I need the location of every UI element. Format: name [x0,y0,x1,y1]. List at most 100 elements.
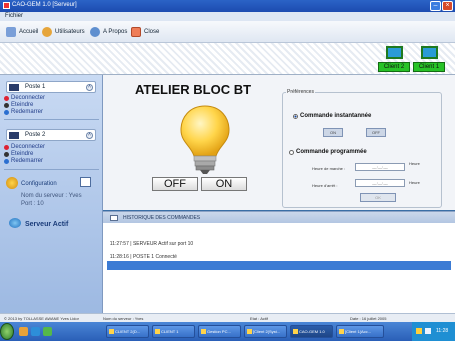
browser-icon[interactable] [31,327,40,336]
on-button[interactable]: ON [201,177,247,191]
app-icon [201,329,206,334]
pref-off-button[interactable]: OFF [366,128,386,137]
server-name-text: Nom du serveur : Yves [21,193,82,199]
client-2-tile[interactable]: Client 2 [378,45,410,73]
history-row-selected[interactable]: 11:28:36 | POSTE 2 Connecté [107,261,451,277]
start-time-label: Heure de marche : [312,166,346,171]
status-server: Nom du serveur : Yves [103,316,144,321]
taskbar: CLIENT 2(D... CLIENT 1 Gestion PC... [Cl… [0,322,455,341]
client-1-tile[interactable]: Client 1 [413,45,445,73]
history-time: 11:28:36 [109,271,129,277]
chevron-up-icon[interactable]: ˄ [86,132,93,139]
configuration-title[interactable]: Configuration [21,181,57,187]
pref-on-button[interactable]: ON [323,128,343,137]
poste-2-deconnecter[interactable]: Deconnecter [4,144,45,150]
task-cao-gem[interactable]: CAO-GEM 1.0 [290,325,333,338]
info-icon [90,27,100,37]
task-gestion-pc[interactable]: Gestion PC... [198,325,241,338]
restart-icon [4,158,9,164]
disconnect-icon [4,95,9,101]
poste-2-title: Poste 2 [25,132,46,138]
minimize-button[interactable]: – [430,1,441,11]
stop-hour-unit: Heure [409,180,420,185]
client-1-label: Client 1 [413,62,445,72]
start-hour-unit: Heure [409,161,420,166]
task-client-2[interactable]: CLIENT 2(D... [106,325,149,338]
media-icon[interactable] [43,327,52,336]
gear-icon [6,177,18,189]
instant-command-label: Commande instantannée [300,113,372,119]
history-time: 11:28:16 [109,254,129,260]
menu-fichier[interactable]: Fichier [5,13,23,19]
app-icon [155,329,160,334]
task-label: CLIENT 1 [161,329,179,334]
app-icon [3,2,10,9]
close-button[interactable]: Close [131,26,159,38]
config-window-icon[interactable] [80,177,91,187]
scheduled-command-label: Commande programmée [296,149,367,155]
chevron-up-icon[interactable]: ˄ [86,84,93,91]
close-icon [131,27,141,37]
history-title: HISTORIQUE DES COMMANDES [123,215,201,221]
poste-2-redemarrer[interactable]: Redemarrer [4,158,43,164]
close-window-button[interactable]: × [442,1,453,11]
history-row[interactable]: 11:28:16 | POSTE 1 Connecté [107,244,451,260]
poste-2-redemarrer-label: Redemarrer [11,158,44,164]
network-icon[interactable] [416,328,422,334]
status-copyright: © 2013 by TOLLASSE AWANE Yves Lidor [4,316,79,321]
poste-2-eteindre[interactable]: Eteindre [4,151,33,157]
task-client-1[interactable]: CLIENT 1 [152,325,195,338]
window-title: CAO-GEM 1.0 [Serveur] [12,2,77,8]
history-row[interactable]: 11:27:57 | SERVEUR Actif sur port 10 [107,231,451,247]
stop-time-label: Heure d'arrêt : [312,183,338,188]
app-icon [339,329,344,334]
utilisateurs-button[interactable]: Utilisateurs [42,26,85,38]
task-label: Gestion PC... [207,329,231,334]
power-icon [4,102,9,108]
radio-empty-icon [289,149,294,155]
apropos-button[interactable]: A Propos [90,26,127,38]
poste-1-eteindre-label: Eteindre [11,102,34,108]
divider [4,169,99,170]
monitor-icon [386,46,403,59]
task-label: [Client 1(Acc... [345,329,372,334]
poste-1-eteindre[interactable]: Eteindre [4,102,33,108]
toolbar: Accueil Utilisateurs A Propos Close [0,21,455,43]
poste-1-header[interactable]: Poste 1 ˄ [6,81,96,93]
off-button[interactable]: OFF [152,177,198,191]
title-bar: CAO-GEM 1.0 [Serveur] – × [0,0,455,12]
task-client-1-acc[interactable]: [Client 1(Acc... [336,325,384,338]
start-button[interactable] [0,323,14,340]
preferences-legend: Préférences [286,89,315,95]
users-icon [42,27,52,37]
utilisateurs-label: Utilisateurs [55,29,85,35]
history-header: HISTORIQUE DES COMMANDES [103,211,455,223]
poste-2-header[interactable]: Poste 2 ˄ [6,129,96,141]
clock: 11:28 [436,328,449,334]
start-time-field[interactable]: __:__:__ [355,163,405,171]
computer-icon [9,132,19,139]
app-icon [293,329,298,334]
poste-2-deconnecter-label: Deconnecter [11,144,46,150]
task-label: [Client 2(Syst... [253,329,281,334]
task-client-2-sys[interactable]: [Client 2(Syst... [244,325,287,338]
task-label: CAO-GEM 1.0 [299,329,325,334]
instant-command-radio[interactable]: Commande instantannée [293,113,371,119]
close-label: Close [144,29,160,35]
stop-time-field[interactable]: __:__:__ [355,179,405,187]
app-icon [109,329,114,334]
accueil-button[interactable]: Accueil [6,26,38,38]
scheduled-command-radio[interactable]: Commande programmée [289,149,367,155]
poste-1-deconnecter[interactable]: Deconnecter [4,95,45,101]
menu-bar: Fichier [0,12,455,21]
status-bar: © 2013 by TOLLASSE AWANE Yves Lidor Nom … [0,313,455,322]
ok-button[interactable]: OK [360,193,396,202]
server-status: Serveur Actif [25,221,69,228]
poste-1-redemarrer[interactable]: Redemarrer [4,109,43,115]
accueil-label: Accueil [19,29,39,35]
explorer-icon[interactable] [19,327,28,336]
poste-1-deconnecter-label: Deconnecter [11,95,46,101]
radio-selected-icon [293,113,298,119]
volume-icon[interactable] [425,328,431,334]
port-text: Port : 10 [21,201,44,207]
